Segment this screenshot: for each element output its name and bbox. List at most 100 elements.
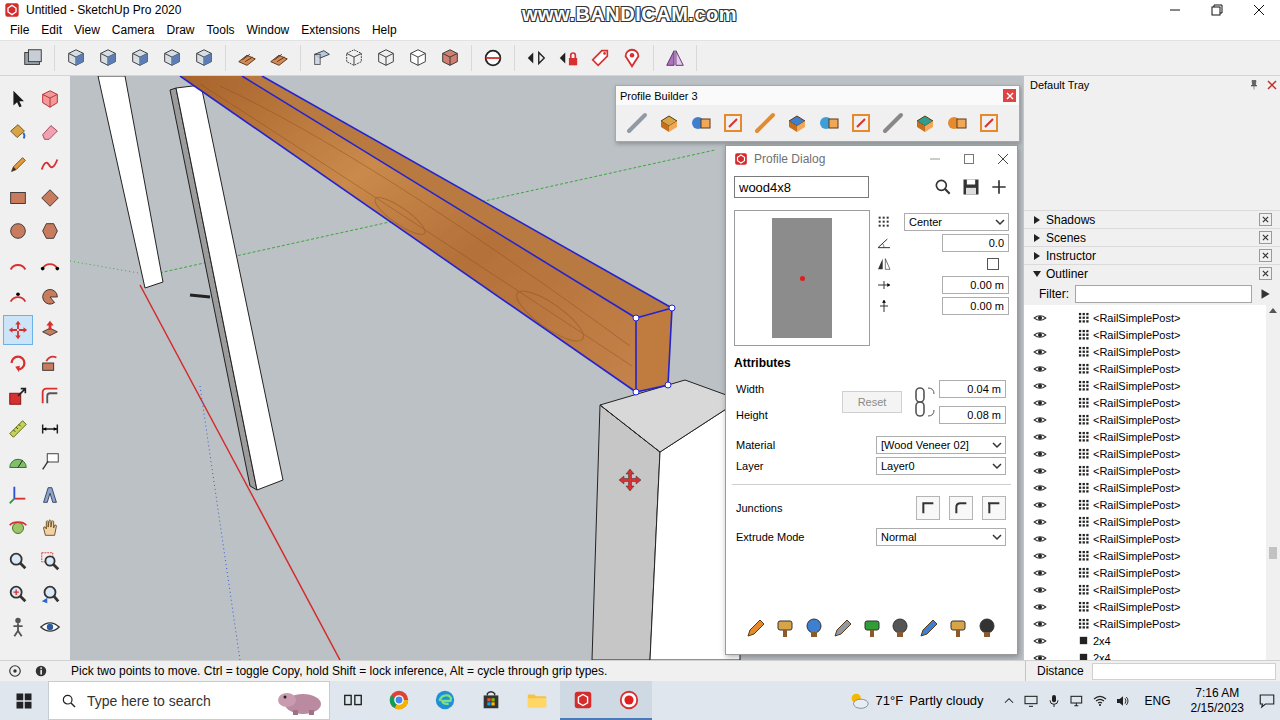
sandbox-scratch-icon[interactable] — [268, 47, 290, 69]
outliner-row[interactable]: <RailSimplePost> — [1024, 394, 1266, 411]
eye-icon[interactable] — [1033, 447, 1047, 461]
previous-view-icon[interactable] — [39, 583, 61, 605]
back-edges-icon[interactable] — [343, 47, 365, 69]
minimize-icon[interactable] — [929, 153, 941, 165]
profile-pipe-icon[interactable] — [785, 111, 809, 135]
tray-section[interactable]: Outliner — [1024, 264, 1280, 282]
outliner-row[interactable]: <RailSimplePost> — [1024, 598, 1266, 615]
profile-sweep-icon[interactable] — [817, 111, 841, 135]
eye-icon[interactable] — [1033, 430, 1047, 444]
edge-icon[interactable] — [434, 689, 456, 711]
close-icon[interactable] — [1262, 252, 1269, 259]
width-input[interactable]: 0.04 m — [939, 380, 1006, 398]
info-icon[interactable] — [34, 664, 48, 678]
tool-button[interactable] — [35, 414, 65, 444]
toolbar-button[interactable] — [20, 45, 46, 71]
add-icon[interactable] — [989, 177, 1009, 197]
eye-icon[interactable] — [1033, 515, 1047, 529]
toolbar-button[interactable] — [95, 45, 121, 71]
paint-bucket-icon[interactable] — [7, 121, 29, 143]
profile-tool-button[interactable] — [784, 110, 810, 136]
tool-button[interactable] — [35, 480, 65, 510]
tag-icon[interactable] — [589, 47, 611, 69]
junction-round-icon[interactable] — [953, 500, 969, 516]
tray-section[interactable]: Instructor — [1024, 246, 1280, 264]
search-icon[interactable] — [933, 177, 953, 197]
profile-select-box-icon[interactable] — [945, 111, 969, 135]
task-view-icon[interactable] — [342, 689, 364, 711]
tray-section[interactable]: Scenes — [1024, 228, 1280, 246]
link-proportions-icon[interactable] — [914, 382, 936, 422]
close-icon[interactable] — [1006, 92, 1014, 100]
tool-button[interactable] — [35, 282, 65, 312]
profile-name-input[interactable]: wood4x8 — [734, 176, 869, 198]
extrude-mode-select[interactable]: Normal — [876, 528, 1006, 546]
section-close-button[interactable] — [1259, 231, 1272, 244]
component-icon[interactable] — [1078, 431, 1089, 442]
restore-icon[interactable] — [1211, 4, 1223, 16]
menu-item[interactable]: Camera — [106, 23, 161, 37]
outliner-row[interactable]: <RailSimplePost> — [1024, 326, 1266, 343]
eye-icon[interactable] — [1033, 413, 1047, 427]
offset-y-input[interactable]: 0.00 m — [942, 297, 1009, 315]
profile-tool-button[interactable] — [752, 110, 778, 136]
taskbar-app[interactable] — [468, 681, 514, 720]
toolbar-button[interactable] — [234, 45, 260, 71]
outliner-row[interactable]: 2x4 — [1024, 632, 1266, 649]
look-around-icon[interactable] — [39, 616, 61, 638]
outliner-row[interactable]: <RailSimplePost> — [1024, 309, 1266, 326]
pin-icon[interactable] — [1248, 79, 1260, 91]
component-icon[interactable] — [1078, 397, 1089, 408]
profile-wave-icon[interactable] — [913, 111, 937, 135]
text-icon[interactable] — [39, 451, 61, 473]
chrome-icon[interactable] — [388, 689, 410, 711]
tool-button[interactable] — [3, 381, 33, 411]
angle-input[interactable]: 0.0 — [942, 234, 1009, 252]
tool-button[interactable] — [3, 315, 33, 345]
toolbar-button[interactable] — [555, 45, 581, 71]
component-icon[interactable] — [1078, 533, 1089, 544]
eye-icon[interactable] — [1033, 481, 1047, 495]
section-close-button[interactable] — [1259, 249, 1272, 262]
orbit-icon[interactable] — [7, 517, 29, 539]
layer-select[interactable]: Layer0 — [876, 457, 1006, 475]
junction-button[interactable] — [916, 496, 940, 520]
dropdown-arrow-icon[interactable] — [989, 458, 1005, 474]
toolbar-button[interactable] — [587, 45, 613, 71]
tool-button[interactable] — [35, 84, 65, 114]
notifications-icon[interactable] — [1258, 692, 1276, 710]
profile-tool-button[interactable] — [720, 110, 746, 136]
toolbar-button[interactable] — [523, 45, 549, 71]
tool-button[interactable] — [3, 183, 33, 213]
measurement-input[interactable] — [1092, 663, 1276, 680]
group-icon[interactable] — [1078, 635, 1089, 646]
eye-icon[interactable] — [1033, 566, 1047, 580]
position-camera-icon[interactable] — [7, 616, 29, 638]
tool-button[interactable] — [35, 612, 65, 642]
network-icon[interactable] — [1069, 693, 1085, 709]
tool-button[interactable] — [35, 249, 65, 279]
profile-tool-button[interactable] — [912, 110, 938, 136]
weather-widget[interactable]: 71°FPartly cloudy — [848, 690, 984, 712]
pen-icon[interactable] — [946, 616, 970, 640]
eye-icon[interactable] — [1033, 532, 1047, 546]
tool-button[interactable] — [3, 117, 33, 147]
geolocation-icon[interactable] — [8, 664, 22, 678]
tool-button[interactable] — [3, 414, 33, 444]
wand-icon[interactable] — [831, 616, 855, 640]
eye-icon[interactable] — [1033, 362, 1047, 376]
flip-along-icon[interactable] — [525, 47, 547, 69]
lock-icon[interactable] — [557, 47, 579, 69]
outliner-row[interactable]: <RailSimplePost> — [1024, 564, 1266, 581]
tool-button[interactable] — [3, 579, 33, 609]
top-view-icon[interactable] — [97, 47, 119, 69]
menu-item[interactable]: Draw — [161, 23, 201, 37]
taskbar-app[interactable] — [376, 681, 422, 720]
search-icon[interactable] — [61, 693, 77, 709]
expand-arrow-icon[interactable] — [1034, 216, 1040, 224]
component-icon[interactable] — [1078, 414, 1089, 425]
search-box[interactable]: Type here to search — [48, 681, 330, 720]
middle-post[interactable] — [170, 85, 283, 490]
toolbar-button[interactable] — [63, 45, 89, 71]
eye-icon[interactable] — [1033, 583, 1047, 597]
